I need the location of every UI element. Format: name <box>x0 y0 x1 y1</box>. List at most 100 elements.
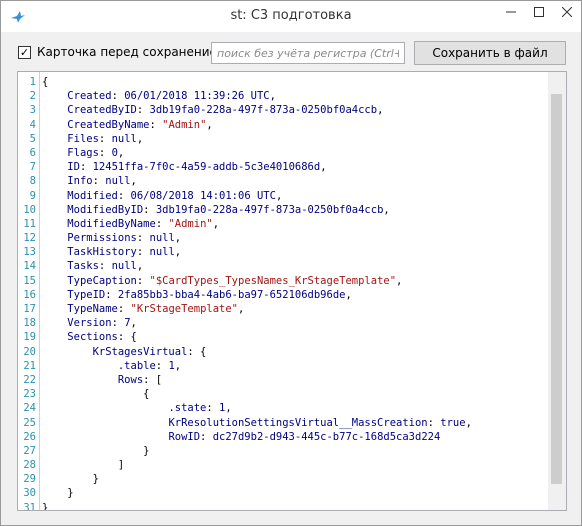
title-bar[interactable]: st: C3 подготовка <box>1 1 581 32</box>
code-token: Files <box>67 132 99 145</box>
code-token: 2fa85bb3-bba4-4ab6-ba97-652106db96de <box>117 288 346 301</box>
code-text: Rows: [ <box>38 373 162 387</box>
code-token: , <box>130 317 137 330</box>
code-text: ID: 12451ffa-7f0c-4a59-addb-5c3e4010686d… <box>38 160 326 174</box>
line-number: 29 <box>23 473 36 486</box>
code-text: TypeID: 2fa85bb3-bba4-4ab6-ba97-652106db… <box>38 288 352 302</box>
code-token: null <box>149 232 175 245</box>
code-token: TypeCaption <box>67 274 137 287</box>
code-text: Modified: 06/08/2018 14:01:06 UTC, <box>38 189 282 203</box>
code-token: : <box>79 161 93 174</box>
scrollbar-thumb[interactable] <box>551 94 562 484</box>
code-line: 7 ID: 12451ffa-7f0c-4a59-addb-5c3e401068… <box>18 160 548 174</box>
checkmark-icon: ✓ <box>19 45 30 59</box>
line-number: 9 <box>29 189 36 202</box>
code-token: : <box>136 246 150 259</box>
code-text: Info: null, <box>38 174 137 188</box>
line-number: 2 <box>29 90 36 103</box>
code-text: TypeName: "KrStageTemplate", <box>38 302 244 316</box>
card-before-save-checkbox[interactable]: ✓ Карточка перед сохранением <box>18 45 226 59</box>
code-token: : <box>98 260 112 273</box>
checkbox-box[interactable]: ✓ <box>18 45 31 59</box>
code-token: : <box>105 288 118 301</box>
code-line: 1{ <box>18 75 548 89</box>
code-line: 19 Sections: { <box>18 330 548 344</box>
code-text: KrResolutionSettingsVirtual__MassCreatio… <box>38 416 471 430</box>
code-token: { <box>42 388 150 401</box>
minimize-button[interactable] <box>497 1 525 23</box>
code-token: , <box>396 274 403 287</box>
line-number: 13 <box>23 246 36 259</box>
code-line: 9 Modified: 06/08/2018 14:01:06 UTC, <box>18 189 548 203</box>
code-token: : [ <box>143 373 163 386</box>
code-token: : <box>155 217 169 230</box>
maximize-button[interactable] <box>525 1 553 23</box>
code-token: : <box>155 359 169 372</box>
line-number: 18 <box>23 317 36 330</box>
line-number: 7 <box>29 161 36 174</box>
code-text: CreatedByName: "Admin", <box>38 118 212 132</box>
save-to-file-button[interactable]: Сохранить в файл <box>414 41 566 65</box>
code-token: : <box>206 402 220 415</box>
code-line: 25 KrResolutionSettingsVirtual__MassCrea… <box>18 416 548 430</box>
code-token: { <box>42 76 49 88</box>
search-input[interactable] <box>211 42 405 64</box>
code-token: TypeID <box>67 288 106 301</box>
code-token: Tasks <box>67 260 99 273</box>
code-text: Sections: { <box>38 330 137 344</box>
code-text: .state: 1, <box>38 401 231 415</box>
code-line: 5 Files: null, <box>18 132 548 146</box>
code-text: Flags: 0, <box>38 146 124 160</box>
toolbar: ✓ Карточка перед сохранением Сохранить в… <box>1 32 581 70</box>
code-token: null <box>111 132 137 145</box>
code-token: } <box>42 501 49 511</box>
code-token: Info <box>67 175 93 188</box>
code-token: null <box>105 175 131 188</box>
checkbox-label[interactable]: Карточка перед сохранением <box>37 45 226 59</box>
code-token: , <box>117 146 125 159</box>
code-token: Sections <box>67 331 118 344</box>
code-token: Permissions <box>67 232 137 245</box>
line-number: 25 <box>23 416 36 429</box>
code-token: ModifiedByName <box>67 217 156 230</box>
close-button[interactable] <box>553 1 581 23</box>
code-text: } <box>38 486 73 500</box>
line-number: 24 <box>23 402 36 415</box>
code-line: 20 KrStagesVirtual: { <box>18 345 548 359</box>
line-number: 14 <box>23 260 36 273</box>
code-line: 27 } <box>18 444 548 458</box>
vertical-scrollbar[interactable] <box>548 72 566 510</box>
code-token: : <box>111 90 125 103</box>
code-token: KrResolutionSettingsVirtual__MassCreatio… <box>168 416 428 429</box>
code-token: , <box>238 303 245 315</box>
code-lines: 1{2 Created: 06/01/2018 11:39:26 UTC, 3 C… <box>18 75 548 511</box>
code-token: , <box>130 175 137 188</box>
code-text: { <box>38 75 48 89</box>
line-number: 20 <box>23 345 36 358</box>
code-line: 2 Created: 06/01/2018 11:39:26 UTC, <box>18 89 548 103</box>
json-editor[interactable]: 1{2 Created: 06/01/2018 11:39:26 UTC, 3 C… <box>17 71 567 511</box>
code-token: : <box>149 118 163 131</box>
line-number: 4 <box>29 118 36 131</box>
code-token: : <box>427 416 441 429</box>
line-number: 21 <box>23 359 36 372</box>
code-line: 24 .state: 1, <box>18 401 548 415</box>
code-token: : { <box>187 345 207 358</box>
code-text: } <box>38 444 149 458</box>
code-text: .table: 1, <box>38 359 181 373</box>
code-line: 15 TypeCaption: "$CardTypes_TypesNames_K… <box>18 274 548 288</box>
code-text: } <box>38 472 99 486</box>
code-line: 3 CreatedByID: 3db19fa0-228a-497f-873a-0… <box>18 103 548 117</box>
code-token: , <box>174 359 182 372</box>
code-line: 28 ] <box>18 458 548 472</box>
line-number: 30 <box>23 487 36 500</box>
code-line: 21 .table: 1, <box>18 359 548 373</box>
